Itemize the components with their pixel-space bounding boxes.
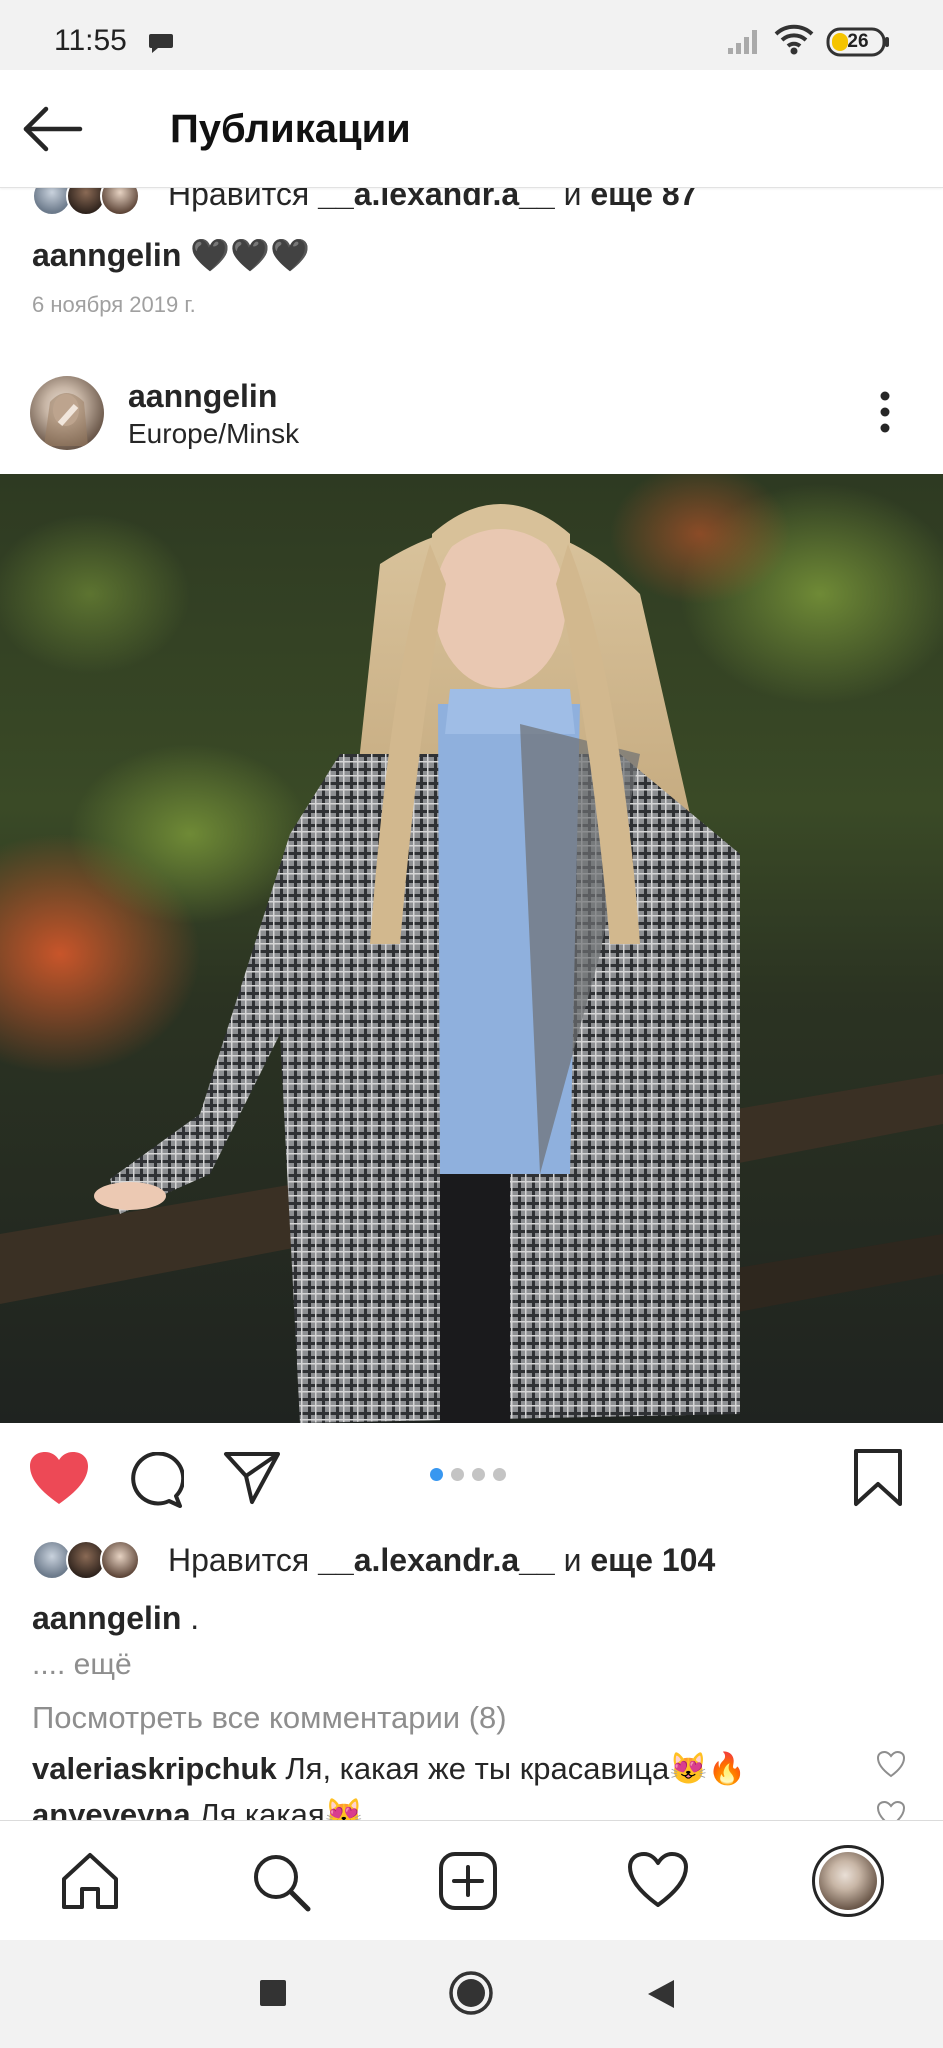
carousel-dot [493, 1468, 506, 1481]
avatar[interactable] [30, 376, 104, 450]
three-dots-vertical-icon[interactable] [870, 388, 900, 438]
page-title: Публикации [170, 107, 411, 151]
caption: aanngelin 🖤🖤🖤 [32, 236, 310, 274]
caption-more-link[interactable]: .... ещё [32, 1648, 132, 1682]
caption: aanngelin . [32, 1600, 199, 1637]
avatar [819, 1852, 877, 1910]
avatar [100, 1540, 140, 1580]
view-all-comments-link[interactable]: Посмотреть все комментарии (8) [32, 1700, 507, 1736]
activity-heart-icon[interactable] [626, 1849, 690, 1913]
paper-plane-icon[interactable] [222, 1450, 282, 1506]
comment: anyeyeyna Ля какая😻 [32, 1796, 363, 1820]
comment: valeriaskripchuk Ля, какая же ты красави… [32, 1750, 747, 1787]
liker-username[interactable]: __a.lexandr.a__ [318, 1542, 555, 1578]
carousel-dot-active [430, 1468, 443, 1481]
comment-username[interactable]: valeriaskripchuk [32, 1751, 277, 1786]
status-time: 11:55 [54, 24, 127, 57]
search-icon[interactable] [248, 1849, 312, 1913]
app-header: Публикации [0, 70, 943, 188]
comment-heart-icon[interactable] [876, 1750, 906, 1778]
home-button-icon[interactable] [448, 1970, 494, 2016]
wifi-icon [774, 24, 814, 55]
add-post-icon[interactable] [436, 1849, 500, 1913]
bookmark-icon[interactable] [852, 1448, 904, 1508]
post-photo[interactable] [0, 474, 943, 1423]
comment-username[interactable]: anyeyeyna [32, 1797, 191, 1820]
message-icon [149, 34, 173, 53]
speech-bubble-icon[interactable] [128, 1452, 184, 1508]
likes-count[interactable]: еще 104 [590, 1542, 715, 1578]
caption-text: . [190, 1600, 200, 1636]
comment-text: Ля, какая же ты красавица😻🔥 [285, 1751, 747, 1786]
recent-apps-icon[interactable] [258, 1978, 288, 2008]
caption-text: 🖤🖤🖤 [190, 237, 310, 273]
carousel-indicator [430, 1468, 510, 1484]
caption-username[interactable]: aanngelin [32, 1600, 181, 1636]
arrow-left-icon[interactable] [22, 106, 84, 152]
heart-filled-icon[interactable] [28, 1450, 90, 1506]
likes-summary[interactable]: Нравится __a.lexandr.a__ и еще 104 [168, 1542, 715, 1579]
status-bar: 11:55 26 [0, 0, 943, 70]
system-navigation-bar [0, 1940, 943, 2048]
back-button-icon[interactable] [646, 1978, 676, 2010]
profile-avatar[interactable] [812, 1845, 884, 1917]
signal-icon [728, 30, 757, 54]
liker-avatars[interactable] [32, 1540, 152, 1580]
likes-middle: и [563, 1542, 582, 1578]
post-date: 6 ноября 2019 г. [32, 292, 196, 317]
post-location[interactable]: Europe/Minsk [128, 418, 299, 450]
carousel-dot [472, 1468, 485, 1481]
battery-level: 26 [847, 31, 869, 52]
comment-clipped: anyeyeyna Ля какая😻 [0, 1790, 943, 1820]
comment-heart-icon[interactable] [876, 1800, 906, 1820]
post-username[interactable]: aanngelin [128, 378, 277, 415]
caption-username[interactable]: aanngelin [32, 237, 181, 273]
bottom-navigation [0, 1820, 943, 1940]
home-icon[interactable] [58, 1849, 122, 1913]
likes-prefix: Нравится [168, 1542, 310, 1578]
comment-text: Ля какая😻 [199, 1797, 364, 1820]
carousel-dot [451, 1468, 464, 1481]
